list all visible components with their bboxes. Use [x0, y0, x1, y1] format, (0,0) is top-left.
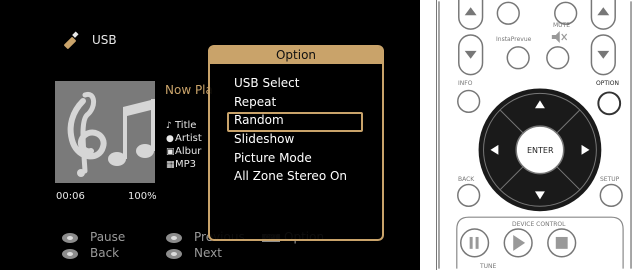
cursor-button-icon — [166, 248, 182, 259]
remote-control: InstaPrevue MUTE INFO OPTION ENTER BACK … — [436, 0, 634, 270]
file-format-icon: ▦ — [166, 160, 175, 170]
track-format: ▦MP3 — [166, 159, 197, 170]
menu-item-random[interactable]: Random — [234, 113, 284, 127]
note-icon: ♪ — [166, 121, 172, 131]
menu-item-repeat[interactable]: Repeat — [234, 95, 276, 109]
hint-back: Back — [62, 246, 119, 260]
album-art — [55, 81, 155, 183]
info-button[interactable] — [457, 89, 481, 113]
album-icon: ▣ — [166, 147, 175, 157]
enter-button-icon — [62, 248, 78, 259]
hint-pause: Pause — [62, 230, 125, 244]
mute-lower-button[interactable] — [546, 46, 570, 70]
menu-item-picture-mode[interactable]: Picture Mode — [234, 151, 312, 165]
track-artist: ●Artist — [166, 133, 202, 144]
now-playing-heading: Now Pla — [165, 83, 213, 97]
label-tune: TUNE — [480, 263, 497, 270]
usb-icon — [60, 30, 82, 52]
menu-item-slideshow[interactable]: Slideshow — [234, 132, 294, 146]
hint-next: Next — [166, 246, 222, 260]
source-label: USB — [92, 33, 117, 47]
option-button[interactable] — [597, 91, 622, 116]
option-menu-title: Option — [210, 47, 382, 64]
label-back: BACK — [458, 176, 475, 183]
track-title: ♪ Title — [166, 120, 197, 131]
label-option: OPTION — [596, 80, 619, 87]
label-instaprevue: InstaPrevue — [496, 36, 532, 43]
channel-up-button[interactable] — [458, 0, 484, 30]
label-setup: SETUP — [600, 176, 620, 183]
label-device-control: DEVICE CONTROL — [512, 221, 566, 228]
label-mute: MUTE — [553, 22, 571, 29]
cursor-button-icon — [166, 232, 182, 243]
pause-button[interactable] — [460, 228, 490, 258]
remote-body — [436, 0, 632, 270]
instaprevue-button[interactable] — [496, 1, 520, 25]
mute-icon — [551, 31, 568, 43]
elapsed-time: 00:06 — [56, 191, 85, 202]
stop-icon — [555, 236, 568, 249]
track-album: ▣Albur — [166, 146, 202, 157]
volume-down-button[interactable] — [590, 34, 616, 76]
channel-down-button[interactable] — [458, 34, 484, 76]
label-info: INFO — [458, 80, 473, 87]
tv-screen: USB Now Pla ♪ Title ●Artist ▣Albur ▦MP3 0… — [0, 0, 420, 270]
person-icon: ● — [166, 134, 174, 144]
enter-button-icon — [62, 232, 78, 243]
option-menu: Option USB Select Repeat Random Slidesho… — [208, 45, 384, 241]
menu-item-all-zone-stereo[interactable]: All Zone Stereo On — [234, 169, 347, 183]
progress-percent: 100% — [128, 191, 157, 202]
instaprevue-lower-button[interactable] — [506, 46, 530, 70]
menu-item-usb-select[interactable]: USB Select — [234, 76, 299, 90]
label-enter: ENTER — [527, 146, 554, 155]
volume-up-button[interactable] — [590, 0, 616, 30]
setup-button[interactable] — [599, 183, 623, 208]
back-button[interactable] — [457, 183, 481, 208]
mute-button[interactable] — [554, 1, 578, 25]
